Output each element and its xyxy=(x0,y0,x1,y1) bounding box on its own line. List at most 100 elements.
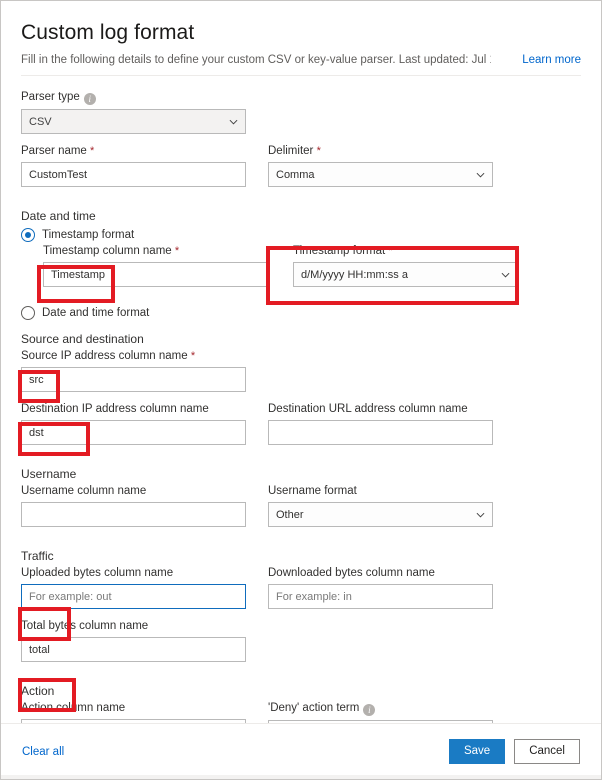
source-ip-row: Source IP address column name * xyxy=(21,349,581,402)
source-ip-field: Source IP address column name * xyxy=(21,349,246,392)
uploaded-bytes-col: Uploaded bytes column name xyxy=(21,566,246,619)
chevron-down-icon xyxy=(501,270,510,279)
delimiter-select[interactable]: Comma xyxy=(268,162,493,187)
timestamp-format-col: Timestamp format * d/M/yyyy HH:mm:ss a xyxy=(293,244,518,297)
timestamp-format-label: Timestamp format * xyxy=(293,244,518,258)
username-column-field: Username column name xyxy=(21,484,246,527)
form-pane: Custom log format Fill in the following … xyxy=(1,1,601,779)
destination-url-label: Destination URL address column name xyxy=(268,402,493,416)
destination-row: Destination IP address column name Desti… xyxy=(21,402,581,455)
info-icon[interactable]: i xyxy=(84,93,96,105)
radio-timestamp-format[interactable]: Timestamp format xyxy=(21,228,581,242)
source-destination-section-title: Source and destination xyxy=(21,332,581,346)
destination-ip-field: Destination IP address column name xyxy=(21,402,246,445)
timestamp-column-input[interactable] xyxy=(43,262,268,287)
destination-ip-col: Destination IP address column name xyxy=(21,402,246,455)
parser-type-label-text: Parser type xyxy=(21,91,80,103)
parser-type-field: Parser type i CSV xyxy=(21,90,246,134)
downloaded-bytes-label: Downloaded bytes column name xyxy=(268,566,493,580)
username-format-value: Other xyxy=(276,509,304,521)
required-asterisk: * xyxy=(175,245,179,257)
source-ip-label-text: Source IP address column name xyxy=(21,350,188,362)
parser-name-label-text: Parser name xyxy=(21,145,87,157)
radio-date-and-time-format-label: Date and time format xyxy=(42,307,149,319)
destination-url-field: Destination URL address column name xyxy=(268,402,493,445)
parser-name-input[interactable] xyxy=(21,162,246,187)
action-column-label: Action column name xyxy=(21,701,246,715)
required-asterisk: * xyxy=(388,245,392,257)
total-bytes-input[interactable] xyxy=(21,637,246,662)
radio-icon-selected[interactable] xyxy=(21,228,35,242)
radio-icon-unselected[interactable] xyxy=(21,306,35,320)
source-ip-label: Source IP address column name * xyxy=(21,349,246,363)
destination-ip-label: Destination IP address column name xyxy=(21,402,246,416)
chevron-down-icon xyxy=(476,510,485,519)
username-format-label: Username format xyxy=(268,484,493,498)
timestamp-column-label-text: Timestamp column name xyxy=(43,245,172,257)
delimiter-col: Delimiter * Comma xyxy=(268,144,493,197)
required-asterisk: * xyxy=(191,350,195,362)
required-asterisk: * xyxy=(317,145,321,157)
parser-type-col: Parser type i CSV xyxy=(21,90,246,144)
timestamp-format-select[interactable]: d/M/yyyy HH:mm:ss a xyxy=(293,262,518,287)
cancel-button[interactable]: Cancel xyxy=(514,739,580,764)
info-icon[interactable]: i xyxy=(363,704,375,716)
deny-term-label: 'Deny' action term i xyxy=(268,701,493,716)
parser-type-value: CSV xyxy=(29,116,52,128)
parser-name-col: Parser name * xyxy=(21,144,246,197)
timestamp-column-field: Timestamp column name * xyxy=(43,244,268,287)
clear-all-link[interactable]: Clear all xyxy=(22,746,64,758)
learn-more-link[interactable]: Learn more xyxy=(522,54,581,66)
page-title: Custom log format xyxy=(21,21,581,45)
username-column-label: Username column name xyxy=(21,484,246,498)
username-format-select[interactable]: Other xyxy=(268,502,493,527)
chevron-down-icon xyxy=(229,117,238,126)
footer-buttons: Save Cancel xyxy=(449,739,580,764)
radio-date-and-time-format[interactable]: Date and time format xyxy=(21,306,581,320)
timestamp-row: Timestamp column name * Timestamp format… xyxy=(43,244,581,297)
parser-name-field: Parser name * xyxy=(21,144,246,187)
timestamp-fields: Timestamp column name * Timestamp format… xyxy=(43,244,581,297)
save-button[interactable]: Save xyxy=(449,739,505,764)
username-section-title: Username xyxy=(21,467,581,481)
delimiter-value: Comma xyxy=(276,169,315,181)
parser-name-label: Parser name * xyxy=(21,144,246,158)
delimiter-field: Delimiter * Comma xyxy=(268,144,493,187)
parser-type-select[interactable]: CSV xyxy=(21,109,246,134)
chevron-down-icon xyxy=(476,170,485,179)
parser-type-spacer xyxy=(268,90,493,144)
destination-ip-input[interactable] xyxy=(21,420,246,445)
username-column-col: Username column name xyxy=(21,484,246,537)
downloaded-bytes-col: Downloaded bytes column name xyxy=(268,566,493,619)
custom-log-format-dialog: Custom log format Fill in the following … xyxy=(0,0,602,780)
timestamp-column-col: Timestamp column name * xyxy=(43,244,268,297)
deny-term-label-text: 'Deny' action term xyxy=(268,702,359,714)
downloaded-bytes-input[interactable] xyxy=(268,584,493,609)
username-format-col: Username format Other xyxy=(268,484,493,537)
total-bytes-row: Total bytes column name xyxy=(21,619,581,672)
total-bytes-label: Total bytes column name xyxy=(21,619,246,633)
source-ip-spacer xyxy=(268,349,493,402)
uploaded-bytes-input[interactable] xyxy=(21,584,246,609)
traffic-bytes-row: Uploaded bytes column name Downloaded by… xyxy=(21,566,581,619)
required-asterisk: * xyxy=(90,145,94,157)
timestamp-format-value: d/M/yyyy HH:mm:ss a xyxy=(301,269,408,281)
bottom-strip xyxy=(1,775,601,779)
radio-timestamp-format-label: Timestamp format xyxy=(42,229,134,241)
username-row: Username column name Username format Oth… xyxy=(21,484,581,537)
dialog-footer: Clear all Save Cancel xyxy=(1,723,601,779)
uploaded-bytes-label: Uploaded bytes column name xyxy=(21,566,246,580)
parser-type-row: Parser type i CSV xyxy=(21,90,581,144)
delimiter-label-text: Delimiter xyxy=(268,145,313,157)
username-format-field: Username format Other xyxy=(268,484,493,527)
timestamp-column-label: Timestamp column name * xyxy=(43,244,268,258)
timestamp-format-label-text: Timestamp format xyxy=(293,245,385,257)
destination-url-input[interactable] xyxy=(268,420,493,445)
date-time-section-title: Date and time xyxy=(21,209,581,223)
total-bytes-spacer xyxy=(268,619,493,672)
source-ip-input[interactable] xyxy=(21,367,246,392)
username-column-input[interactable] xyxy=(21,502,246,527)
uploaded-bytes-field: Uploaded bytes column name xyxy=(21,566,246,609)
delimiter-label: Delimiter * xyxy=(268,144,493,158)
parser-type-label: Parser type i xyxy=(21,90,246,105)
